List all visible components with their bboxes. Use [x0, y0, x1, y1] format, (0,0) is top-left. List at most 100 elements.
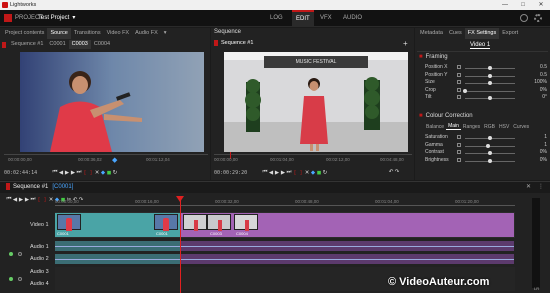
playhead-handle-icon[interactable] [176, 196, 184, 202]
fx-slider[interactable] [465, 145, 515, 147]
loop-icon[interactable]: ↻ [322, 170, 328, 176]
settings-icon[interactable] [534, 14, 542, 22]
tab-sequence-1[interactable]: Sequence #1 [8, 40, 46, 49]
help-icon[interactable] [520, 14, 528, 22]
close-button[interactable]: ✕ [532, 0, 550, 10]
track-label-audio-4[interactable]: Audio 4 [30, 281, 49, 287]
audio-monitor-icon[interactable] [9, 252, 13, 256]
clip-name: C0003 [210, 231, 222, 236]
slider-knob[interactable] [488, 158, 492, 163]
slider-knob[interactable] [488, 73, 492, 78]
slider-knob[interactable] [485, 143, 490, 148]
stage-image [224, 52, 408, 152]
sequence-timecode[interactable]: 00:00:29:20 [214, 170, 247, 176]
fx-value[interactable]: 100% [534, 79, 547, 85]
timeline-ruler[interactable]: 00:00:00,00 00:00:16,00 00:00:32,00 00:00:4… [55, 199, 515, 207]
tab-metadata[interactable]: Metadata [417, 28, 446, 39]
fx-value[interactable]: 0° [542, 94, 547, 100]
tab-vfx[interactable]: VFX [316, 10, 336, 27]
track-label-audio-2[interactable]: Audio 2 [30, 256, 49, 262]
sequence-tab[interactable]: Sequence #1 [214, 40, 253, 46]
fx-value[interactable]: 0% [540, 149, 547, 155]
tab-video-fx[interactable]: Video FX [104, 28, 133, 39]
slider-knob[interactable] [488, 96, 492, 101]
sequence-ruler-label: 00:02:12,00 [326, 157, 350, 162]
tab-c0003[interactable]: C0003 [68, 40, 91, 49]
clip-thumbnail [183, 214, 207, 231]
minimize-button[interactable]: — [496, 0, 514, 10]
marker-in-icon[interactable]: ◆ [112, 156, 120, 164]
loop-icon[interactable]: ↻ [112, 170, 118, 176]
keyframe-icon[interactable] [457, 135, 461, 139]
slider-knob[interactable] [488, 136, 492, 140]
fx-label: Gamma [425, 141, 443, 148]
tab-audio[interactable]: AUDIO [339, 10, 366, 27]
keyframe-icon[interactable] [457, 87, 461, 92]
colour-tab-hsv[interactable]: HSV [497, 124, 511, 130]
fx-value[interactable]: 0% [540, 87, 547, 93]
audio-solo-icon[interactable] [18, 252, 22, 256]
fx-value[interactable]: 0.5 [540, 64, 547, 70]
fx-label: Position X [425, 64, 448, 70]
track-label-audio-3[interactable]: Audio 3 [30, 269, 49, 275]
tab-export[interactable]: Export [499, 28, 521, 39]
timeline-sequence-tab[interactable]: Sequence #1 [C0001] [6, 183, 73, 190]
fx-value[interactable]: 1 [544, 134, 547, 140]
colour-tab-main[interactable]: Main [446, 123, 461, 130]
track-label-audio-1[interactable]: Audio 1 [30, 244, 49, 250]
keyframe-icon[interactable] [457, 95, 461, 100]
fx-row: Gamma 1 [425, 142, 547, 150]
fx-slider[interactable] [465, 90, 515, 92]
source-video-frame[interactable] [20, 52, 204, 152]
more-tabs-button[interactable]: ▾ [161, 28, 170, 39]
keyframe-icon[interactable] [457, 80, 461, 85]
track-label-video-1[interactable]: Video 1 [30, 222, 49, 228]
tab-cues[interactable]: Cues [446, 28, 465, 39]
colour-tab-balance[interactable]: Balance [424, 124, 446, 130]
slider-knob[interactable] [488, 66, 492, 70]
keyframe-icon[interactable] [457, 65, 461, 69]
colour-section-header[interactable]: ■ Colour Correction [419, 113, 473, 119]
fx-value[interactable]: 0.5 [540, 72, 547, 78]
tab-audio-fx[interactable]: Audio FX [132, 28, 161, 39]
audio-monitor-icon[interactable] [9, 277, 13, 281]
maximize-button[interactable]: □ [514, 0, 532, 10]
keyframe-icon[interactable] [457, 150, 461, 155]
tab-transitions[interactable]: Transitions [71, 28, 104, 39]
framing-section-header[interactable]: ■ Framing [419, 54, 448, 60]
fx-value[interactable]: 1 [544, 142, 547, 148]
tab-edit[interactable]: EDIT [292, 10, 314, 27]
tab-c0004[interactable]: C0004 [91, 40, 113, 49]
tab-source[interactable]: Source [47, 28, 71, 39]
sequence-video-frame[interactable]: MUSIC FESTIVAL [224, 52, 408, 152]
add-panel-icon[interactable]: + [403, 39, 408, 48]
slider-knob[interactable] [488, 151, 492, 156]
tab-log[interactable]: LOG [266, 10, 287, 27]
project-selector[interactable]: Test Project ▾ [38, 14, 75, 22]
redo-icon[interactable]: ↷ [394, 169, 400, 175]
sequence-ruler-label: 00:04:48,00 [380, 157, 404, 162]
slider-knob[interactable] [488, 81, 492, 86]
timeline-close-icon[interactable]: ✕ [526, 183, 531, 190]
colour-tab-ranges[interactable]: Ranges [461, 124, 482, 130]
source-timecode[interactable]: 00:02:44:14 [4, 170, 37, 176]
sequence-transport-controls: ⏮ ◀ ▶ ▶ ⏭ [ ] ✕ ◆ ◼ ↻ [262, 169, 328, 176]
tab-project-contents[interactable]: Project contents [2, 28, 47, 39]
framing-controls: Position X 0.5 Position Y 0.5 Size 100% Crop 0%… [425, 64, 547, 102]
colour-tab-rgb[interactable]: RGB [482, 124, 497, 130]
tab-fx-settings[interactable]: FX Settings [464, 28, 500, 39]
timeline-menu-icon[interactable]: ⋮ [538, 183, 544, 190]
keyframe-icon[interactable] [457, 142, 461, 147]
slider-knob[interactable] [463, 88, 467, 93]
audio-solo-icon[interactable] [18, 277, 22, 281]
keyframe-icon[interactable] [457, 157, 461, 162]
source-clip-tabs: Sequence #1 C0001 C0003 C0004 [2, 40, 208, 49]
fx-label: Contrast [425, 149, 444, 156]
timeline-playhead[interactable] [180, 199, 181, 293]
keyframe-icon[interactable] [457, 72, 461, 77]
colour-tab-curves[interactable]: Curves [511, 124, 531, 130]
fx-value[interactable]: 0% [540, 157, 547, 163]
tab-c0001[interactable]: C0001 [46, 40, 68, 49]
fx-target-track[interactable]: Video 1 [470, 42, 491, 49]
source-panel-tabs: Project contents Source Transitions Vide… [2, 28, 170, 39]
